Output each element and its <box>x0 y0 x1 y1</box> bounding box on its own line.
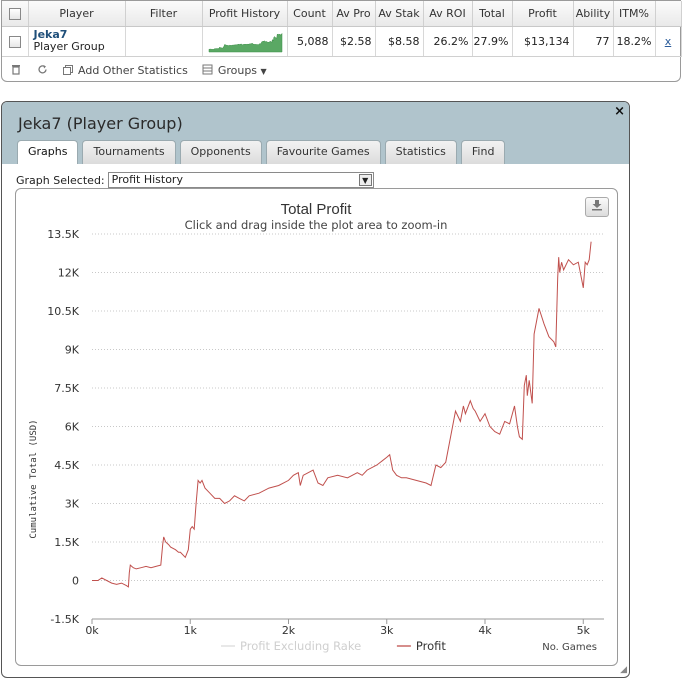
chart-title: Total Profit <box>281 201 353 218</box>
profit-cell: $13,134 <box>512 26 574 57</box>
y-axis-label: Cumulative Total (USD) <box>29 419 39 538</box>
add-statistics-icon[interactable] <box>62 64 74 76</box>
groups-dropdown[interactable]: Groups ▼ <box>218 64 267 77</box>
column-header-av-profit[interactable]: Av Pro <box>332 1 376 27</box>
y-tick-label: 6K <box>65 421 80 434</box>
groups-icon[interactable] <box>202 64 214 76</box>
column-header-av-roi[interactable]: Av ROI <box>423 1 473 27</box>
chart-container[interactable]: Total Profit Click and drag inside the p… <box>15 188 618 666</box>
column-header-remove <box>655 1 682 27</box>
legend-item[interactable]: Profit <box>416 639 446 653</box>
count-cell: 5,088 <box>287 26 333 57</box>
profit-history-sparkline <box>208 33 282 53</box>
tab-tournaments[interactable]: Tournaments <box>82 140 176 164</box>
remove-row-link[interactable]: x <box>665 35 672 48</box>
column-header-profit-history[interactable]: Profit History <box>202 1 288 27</box>
select-all-checkbox[interactable] <box>8 7 21 20</box>
tab-statistics[interactable]: Statistics <box>384 140 457 164</box>
y-tick-label: 13.5K <box>47 228 79 241</box>
refresh-icon[interactable] <box>36 64 48 76</box>
player-cell[interactable]: Jeka7 Player Group <box>28 26 126 57</box>
av-profit-cell: $2.58 <box>332 26 376 57</box>
column-header-filter[interactable]: Filter <box>125 1 203 27</box>
x-tick-label: 3k <box>380 624 394 637</box>
remove-row-cell[interactable]: x <box>655 26 682 57</box>
stats-table: Player Filter Profit History Count Av Pr… <box>2 1 682 57</box>
tab-favourite-games[interactable]: Favourite Games <box>265 140 381 164</box>
filter-cell[interactable] <box>125 26 203 57</box>
profit-chart[interactable]: Total Profit Click and drag inside the p… <box>16 189 617 665</box>
x-tick-label: 2k <box>282 624 296 637</box>
player-detail-window: Jeka7 (Player Group) × Graphs Tournament… <box>1 101 630 678</box>
y-tick-label: 0 <box>72 575 79 588</box>
x-tick-label: 0k <box>85 624 99 637</box>
table-header-row: Player Filter Profit History Count Av Pr… <box>2 1 682 27</box>
y-tick-label: 4.5K <box>54 459 79 472</box>
row-checkbox[interactable] <box>8 35 21 48</box>
tab-opponents[interactable]: Opponents <box>179 140 262 164</box>
chevron-down-icon: ▼ <box>260 66 267 76</box>
table-row[interactable]: Jeka7 Player Group 5,088 $2.58 $8.58 26.… <box>2 26 682 57</box>
y-tick-label: 12K <box>58 267 80 280</box>
column-header-itm[interactable]: ITM% <box>613 1 656 27</box>
tab-graphs[interactable]: Graphs <box>17 140 79 164</box>
resize-grip-icon[interactable]: ◢ <box>620 665 627 675</box>
total-roi-cell: 27.9% <box>472 26 513 57</box>
y-tick-label: 9K <box>65 344 80 357</box>
groups-label: Groups <box>217 63 258 77</box>
column-header-total[interactable]: Total <box>472 1 513 27</box>
close-icon[interactable]: × <box>614 104 625 119</box>
add-other-statistics-button[interactable]: Add Other Statistics <box>78 64 188 77</box>
ability-cell: 77 <box>573 26 614 57</box>
window-header: Jeka7 (Player Group) × Graphs Tournament… <box>2 102 629 164</box>
column-header-ability[interactable]: Ability <box>573 1 614 27</box>
column-header-av-stake[interactable]: Av Stak <box>375 1 424 27</box>
profit-history-sparkline-cell <box>202 26 288 57</box>
y-tick-label: 7.5K <box>54 382 79 395</box>
profit-series-line[interactable] <box>92 241 592 588</box>
graph-selected-label: Graph Selected: <box>16 173 105 187</box>
av-stake-cell: $8.58 <box>375 26 424 57</box>
chevron-down-icon[interactable]: ▼ <box>358 174 372 186</box>
column-header-player[interactable]: Player <box>28 1 126 27</box>
y-tick-label: 3K <box>65 498 80 511</box>
chart-subtitle: Click and drag inside the plot area to z… <box>185 218 448 232</box>
trash-icon[interactable] <box>10 64 22 76</box>
x-tick-label: 5k <box>577 624 591 637</box>
av-roi-cell: 26.2% <box>423 26 473 57</box>
stats-toolbar: Add Other Statistics Groups ▼ <box>2 58 680 82</box>
tab-find[interactable]: Find <box>460 140 506 164</box>
row-checkbox-cell[interactable] <box>2 26 29 57</box>
legend-item[interactable]: Profit Excluding Rake <box>240 639 361 653</box>
itm-cell: 18.2% <box>613 26 656 57</box>
download-icon[interactable] <box>585 197 609 217</box>
x-axis-label: No. Games <box>542 642 597 653</box>
stats-panel: Player Filter Profit History Count Av Pr… <box>1 0 682 82</box>
column-header-profit[interactable]: Profit <box>512 1 574 27</box>
y-tick-label: -1.5K <box>50 613 79 626</box>
tab-bar: Graphs Tournaments Opponents Favourite G… <box>17 140 506 164</box>
graph-select-value: Profit History <box>111 173 183 186</box>
select-all-header[interactable] <box>2 1 29 27</box>
y-tick-label: 1.5K <box>54 536 79 549</box>
y-tick-label: 10.5K <box>47 305 79 318</box>
player-type-label: Player Group <box>33 40 105 53</box>
graph-select-dropdown[interactable]: Profit History ▼ <box>107 172 374 188</box>
x-tick-label: 1k <box>184 624 198 637</box>
window-title: Jeka7 (Player Group) <box>18 114 183 133</box>
column-header-count[interactable]: Count <box>287 1 333 27</box>
graph-select-row: Graph Selected: Profit History ▼ <box>16 172 374 188</box>
x-tick-label: 4k <box>478 624 492 637</box>
